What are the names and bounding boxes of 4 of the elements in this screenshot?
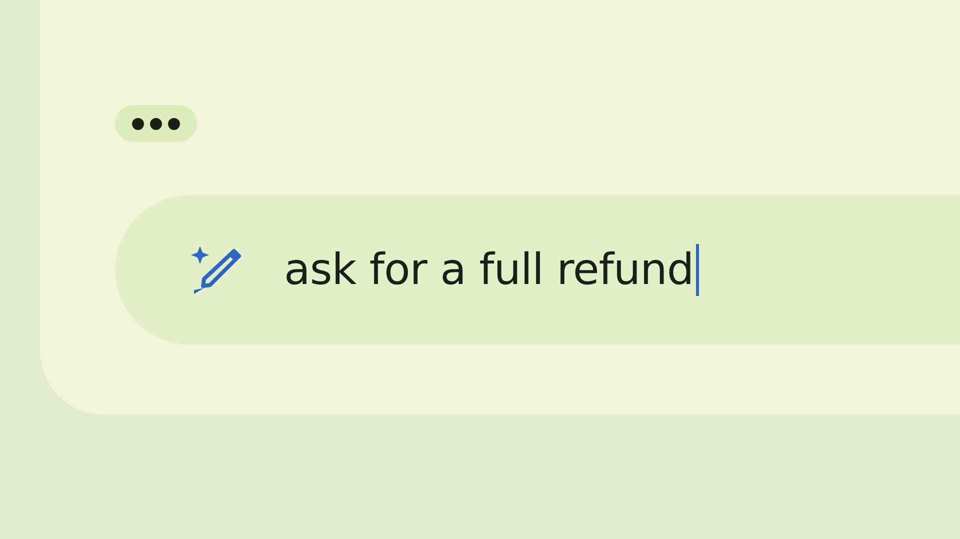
typing-indicator-icon [115,105,197,142]
sparkle-pencil-icon [190,244,242,296]
prompt-text: ask for a full refund [284,244,699,296]
prompt-field[interactable]: ask for a full refund [115,195,960,345]
